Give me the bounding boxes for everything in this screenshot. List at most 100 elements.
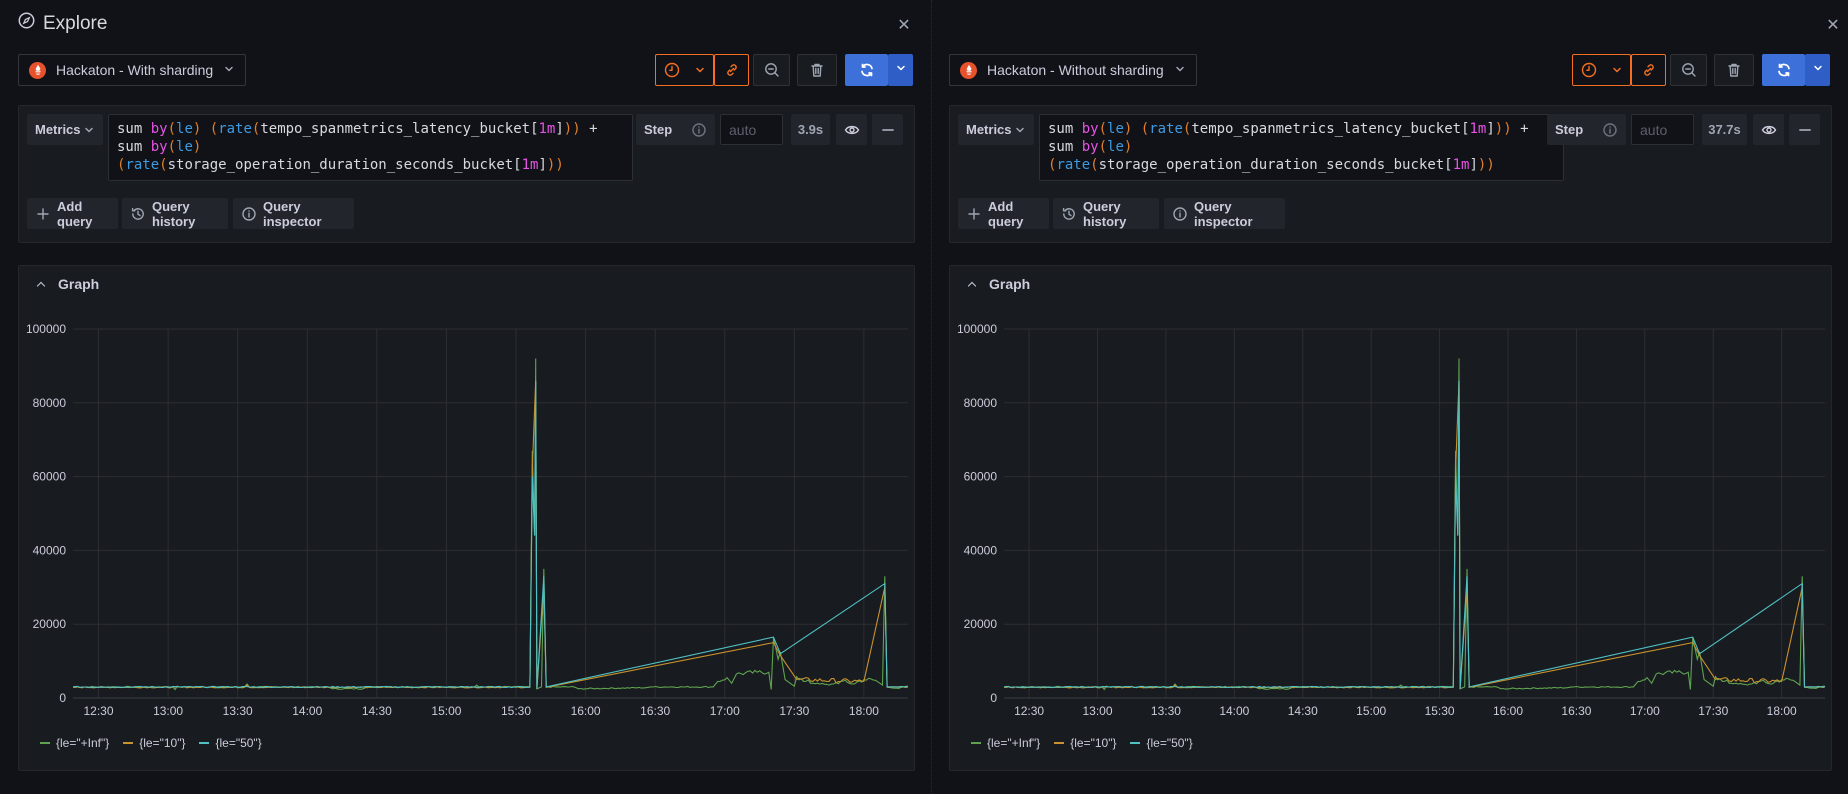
graph-collapse-toggle[interactable]: Graph [36, 274, 99, 294]
chevron-down-icon [83, 124, 95, 136]
datasource-picker[interactable]: Hackaton - With sharding [18, 54, 247, 86]
chevron-down-icon [694, 64, 706, 76]
datasource-picker[interactable]: Hackaton - Without sharding [949, 54, 1197, 86]
minus-icon [1797, 122, 1813, 138]
chevron-up-icon [967, 281, 977, 291]
legend-label: {le="50"} [215, 736, 262, 750]
chart-legend: {le="+Inf"} {le="10"} {le="50"} [971, 734, 1193, 752]
zoom-out-button[interactable] [1670, 54, 1707, 86]
query-type-select[interactable]: Metrics [27, 114, 103, 145]
query-line: sum by(le) [117, 138, 624, 156]
legend-item[interactable]: {le="50"} [199, 736, 262, 750]
query-history-button[interactable]: Query history [1053, 198, 1159, 229]
y-tick-label: 100000 [957, 322, 997, 336]
graph-chart[interactable]: 0 20000 40000 60000 80000 100000 12:30 13:00 13:… [18, 300, 915, 770]
time-picker-button[interactable] [655, 54, 714, 86]
query-inspector-button[interactable]: Query inspector [1164, 198, 1285, 229]
info-icon [1172, 206, 1188, 222]
query-token: + [580, 121, 598, 137]
x-tick-label: 17:30 [779, 704, 809, 718]
clear-all-button[interactable] [1714, 54, 1754, 86]
plus-icon [966, 206, 982, 222]
query-token: tempo_spanmetrics_latency_bucket[ [260, 121, 539, 137]
run-query-button[interactable] [845, 54, 888, 86]
time-sync-button[interactable] [714, 54, 749, 86]
legend-item[interactable]: {le="+Inf"} [40, 736, 109, 750]
x-tick-label: 13:30 [1151, 704, 1181, 718]
query-token: ( [167, 139, 177, 155]
series-line [1003, 380, 1826, 689]
zoom-out-button[interactable] [753, 54, 790, 86]
chevron-down-icon [1014, 124, 1026, 136]
toggle-query-visibility-button[interactable] [1753, 114, 1784, 145]
query-editor[interactable]: sum by(le) (rate(tempo_spanmetrics_laten… [1039, 114, 1564, 181]
step-label: Step [1547, 114, 1626, 145]
query-token [1132, 121, 1140, 137]
close-pane-button[interactable]: ✕ [1825, 17, 1841, 34]
query-time: 37.7s [1708, 122, 1741, 137]
x-tick-label: 14:00 [1219, 704, 1249, 718]
step-input[interactable]: auto [1631, 114, 1694, 145]
trash-icon [809, 62, 825, 78]
legend-item[interactable]: {le="10"} [1054, 736, 1116, 750]
run-query-button[interactable] [1762, 54, 1805, 86]
step-label-text: Step [1555, 122, 1584, 137]
query-editor[interactable]: sum by(le) (rate(tempo_spanmetrics_laten… [108, 114, 633, 181]
query-history-button-label: Query history [152, 198, 196, 229]
query-token: 1m [538, 121, 556, 137]
explore-pane-right: ✕ Hackaton - Without sharding Metrics sum … [931, 0, 1848, 794]
query-token: ( [1098, 139, 1108, 155]
query-token: 1m [1469, 121, 1487, 137]
remove-query-button[interactable] [1789, 114, 1820, 145]
query-inspector-button[interactable]: Query inspector [233, 198, 354, 229]
legend-item[interactable]: {le="10"} [123, 736, 185, 750]
clear-all-button[interactable] [797, 54, 837, 86]
y-tick-label: 40000 [964, 543, 998, 557]
legend-item[interactable]: {le="+Inf"} [971, 736, 1040, 750]
graph-collapse-toggle[interactable]: Graph [967, 274, 1030, 294]
query-token: ( [1098, 121, 1108, 137]
close-pane-button[interactable]: ✕ [896, 17, 912, 34]
x-tick-label: 15:00 [431, 704, 461, 718]
y-tick-label: 60000 [964, 470, 998, 484]
x-tick-label: 17:30 [1698, 704, 1728, 718]
query-token: ] [1469, 157, 1478, 173]
prometheus-icon [960, 61, 977, 79]
y-tick-label: 80000 [33, 396, 67, 410]
run-query-dropdown[interactable] [888, 54, 913, 86]
x-tick-label: 15:00 [1356, 704, 1386, 718]
time-sync-button[interactable] [1631, 54, 1666, 86]
y-tick-label: 0 [990, 691, 997, 705]
run-query-dropdown[interactable] [1805, 54, 1830, 86]
query-token: )) [546, 157, 564, 173]
step-input[interactable]: auto [720, 114, 783, 145]
query-token: ) [192, 139, 202, 155]
time-picker-button[interactable] [1572, 54, 1631, 86]
x-tick-label: 13:00 [153, 704, 183, 718]
chevron-down-icon [1812, 61, 1824, 79]
toggle-query-visibility-button[interactable] [836, 114, 867, 145]
add-query-button[interactable]: Add query [27, 198, 118, 229]
series-line [73, 358, 909, 691]
add-query-button[interactable]: Add query [958, 198, 1049, 229]
trash-icon [1726, 62, 1742, 78]
query-history-button[interactable]: Query history [122, 198, 228, 229]
query-token: rate [1056, 157, 1091, 173]
info-icon[interactable] [691, 122, 707, 138]
query-type-label: Metrics [35, 122, 81, 137]
graph-chart[interactable]: 0 20000 40000 60000 80000 100000 12:30 13:00 13:… [949, 300, 1832, 770]
x-tick-label: 12:30 [1014, 704, 1044, 718]
info-icon[interactable] [1602, 122, 1618, 138]
query-token: by [1081, 121, 1099, 137]
query-token: ( [209, 121, 219, 137]
query-token: storage_operation_duration_seconds_bucke… [1098, 157, 1453, 173]
zoom-out-icon [764, 62, 780, 78]
legend-swatch [123, 742, 134, 744]
query-type-select[interactable]: Metrics [958, 114, 1034, 145]
legend-swatch [199, 742, 210, 744]
legend-label: {le="50"} [1146, 736, 1193, 750]
remove-query-button[interactable] [872, 114, 903, 145]
legend-item[interactable]: {le="50"} [1130, 736, 1193, 750]
query-token: ] [538, 157, 547, 173]
chart-legend: {le="+Inf"} {le="10"} {le="50"} [40, 734, 262, 752]
